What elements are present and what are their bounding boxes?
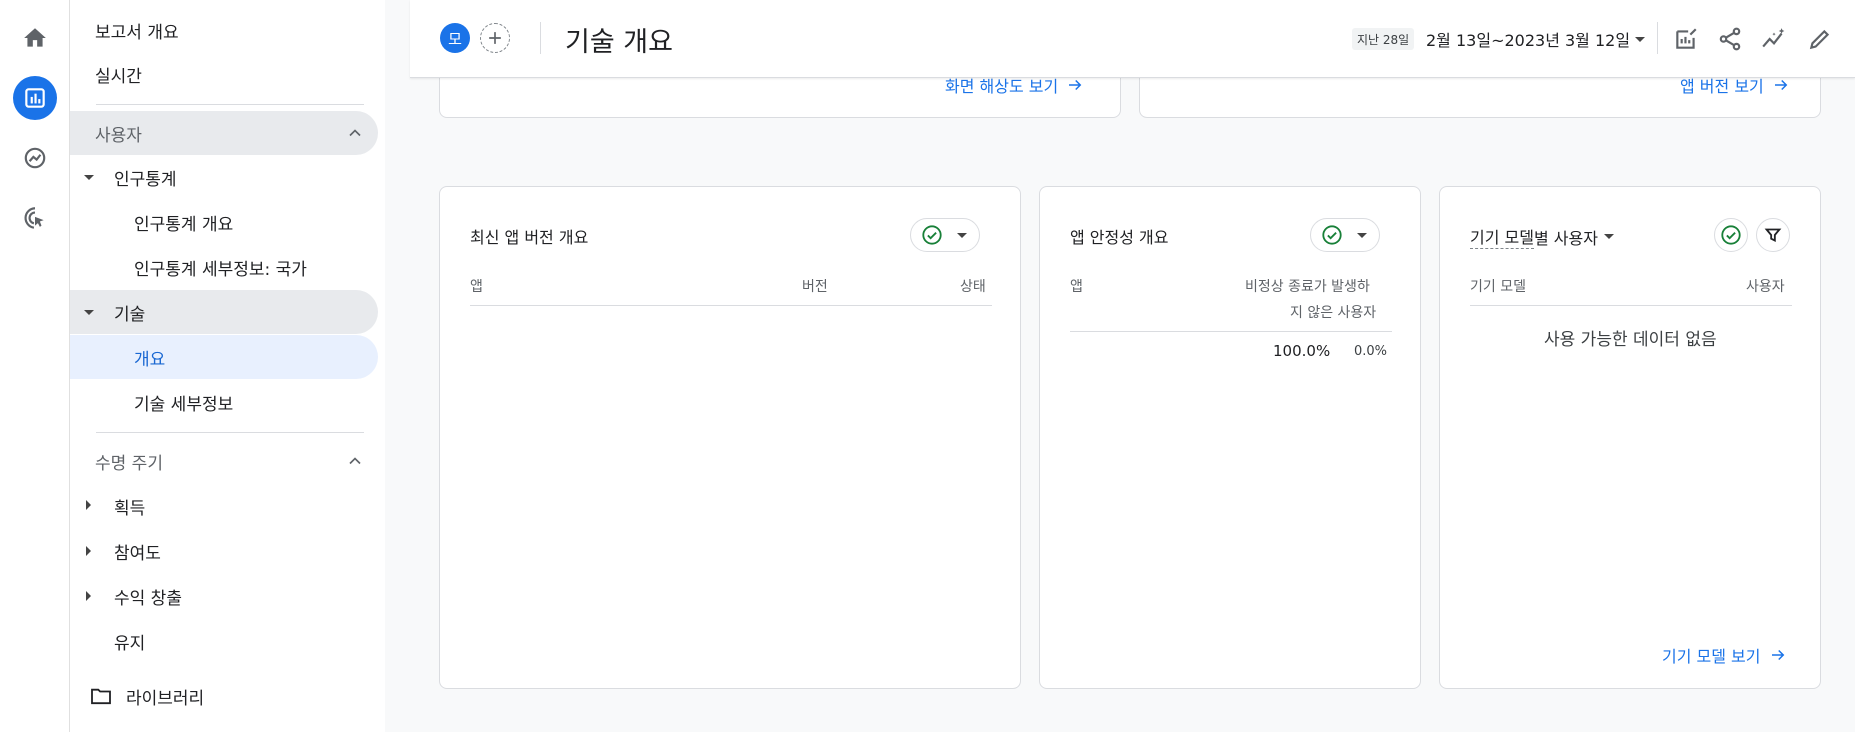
nav-demographic-details[interactable]: 인구통계 세부정보: 국가 [134,245,307,289]
caret-down-icon[interactable] [84,310,94,315]
caret-right-icon[interactable] [86,591,91,601]
card-status-dropdown[interactable] [1310,218,1380,252]
customize-report-icon[interactable] [1672,25,1700,53]
page-title: 기술 개요 [565,27,673,58]
header-divider [540,22,541,54]
add-comparison-button[interactable] [480,23,510,53]
plus-icon [489,32,501,44]
column-header-status: 상태 [960,279,986,295]
crash-free-users-value: 100.0% [1273,342,1331,360]
caret-right-icon[interactable] [86,546,91,556]
table-header-rule [1470,305,1792,306]
nav-library[interactable]: 라이브러리 [90,674,204,718]
nav-divider [96,432,364,433]
share-icon[interactable] [1716,25,1744,53]
date-range-picker[interactable]: 2월 13일~2023년 3월 12일 [1426,27,1630,51]
chevron-down-icon[interactable] [1603,234,1614,239]
check-circle-icon [1721,225,1741,245]
table-header-rule [470,305,992,306]
card-status-button[interactable] [1714,218,1748,252]
nav-reports-overview[interactable]: 보고서 개요 [95,8,179,52]
chevron-up-icon[interactable] [345,123,365,143]
edit-icon[interactable] [1806,25,1834,53]
insights-icon[interactable] [1760,25,1788,53]
advertising-icon[interactable] [13,196,57,240]
nav-demographics-overview[interactable]: 인구통계 개요 [134,200,233,244]
comparison-avatar[interactable]: 모 [440,23,470,53]
column-header-app: 앱 [1070,279,1083,295]
nav-section-lifecycle[interactable]: 수명 주기 [95,439,163,483]
filter-button[interactable] [1756,218,1790,252]
nav-engagement[interactable]: 참여도 [114,529,161,573]
filter-icon [1764,228,1782,242]
date-dropdown-icon[interactable] [1635,37,1645,42]
explore-icon[interactable] [13,136,57,180]
report-header: 모 기술 개요 지난 28일 2월 13일~2023년 3월 12일 [410,0,1855,78]
column-header-app: 앱 [470,279,483,295]
date-preset-chip[interactable]: 지난 28일 [1352,28,1415,50]
caret-right-icon[interactable] [86,500,91,510]
no-data-message: 사용 가능한 데이터 없음 [1544,330,1717,350]
column-header-crash-free-line1: 비정상 종료가 발생하 [1245,279,1370,295]
view-device-model-link[interactable]: 기기 모델 보기 [1662,643,1787,667]
arrow-right-icon [1771,649,1784,661]
nav-tech-overview[interactable]: 개요 [134,335,165,379]
card-title[interactable]: 기기 모델 별 사용자 [1470,224,1614,249]
arrow-right-icon [1069,79,1082,91]
nav-retention[interactable]: 유지 [114,619,145,663]
nav-demographics[interactable]: 인구통계 [114,155,177,199]
crash-free-users-change: 0.0% [1354,344,1388,359]
chevron-down-icon [957,232,967,238]
chevron-up-icon[interactable] [345,451,365,471]
report-navigation: 보고서 개요 실시간 사용자 인구통계 인구통계 개요 인구통계 세부정보: 국… [70,0,385,732]
table-header-rule [1070,331,1392,332]
card-status-dropdown[interactable] [910,218,980,252]
card-title-suffix: 별 사용자 [1533,228,1598,248]
column-header-version: 버전 [802,279,828,295]
card-title: 앱 안정성 개요 [1070,228,1169,247]
nav-section-users[interactable]: 사용자 [95,111,142,155]
column-header-device-model: 기기 모델 [1470,279,1526,295]
reports-icon[interactable] [13,76,57,120]
arrow-right-icon [1774,79,1788,91]
view-device-model-label: 기기 모델 보기 [1662,647,1761,666]
home-icon[interactable] [13,16,57,60]
app-stability-card: 앱 안정성 개요 앱 비정상 종료가 발생하 지 않은 사용자 100.0% 0… [1039,186,1421,689]
nav-acquisition[interactable]: 획득 [114,484,145,528]
column-header-crash-free-line2: 지 않은 사용자 [1290,305,1377,321]
check-circle-icon [922,225,942,245]
caret-down-icon[interactable] [84,175,94,180]
folder-icon [91,688,111,705]
analytics-app: 보고서 개요 실시간 사용자 인구통계 인구통계 개요 인구통계 세부정보: 국… [0,0,1855,732]
header-divider [1657,22,1658,54]
dimension-picker[interactable]: 기기 모델 [1470,224,1534,249]
nav-tech-overview-bg [70,335,378,379]
nav-tech[interactable]: 기술 [114,290,145,334]
device-model-card: 기기 모델 별 사용자 기기 모델 사용자 사용 가능한 데이터 없음 기기 모… [1439,186,1821,689]
chevron-down-icon [1357,232,1367,238]
nav-realtime[interactable]: 실시간 [95,52,142,96]
nav-library-label: 라이브러리 [126,688,205,709]
nav-monetization[interactable]: 수익 창출 [114,574,182,618]
check-circle-icon [1322,225,1342,245]
latest-app-version-card: 최신 앱 버전 개요 앱 버전 상태 [439,186,1021,689]
card-title: 최신 앱 버전 개요 [470,228,589,247]
left-rail [0,0,70,732]
column-header-users: 사용자 [1746,279,1785,295]
nav-divider [96,104,364,105]
nav-tech-details[interactable]: 기술 세부정보 [134,380,233,424]
